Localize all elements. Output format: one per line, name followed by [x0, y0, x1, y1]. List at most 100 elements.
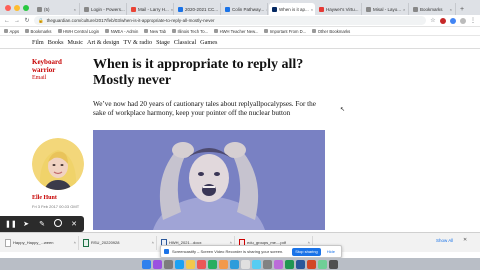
finder-icon[interactable]: [142, 259, 151, 269]
guardian-nav-item[interactable]: Books: [48, 39, 64, 46]
browser-tab[interactable]: Login - Powers...×: [81, 3, 127, 15]
tab-favicon-icon: [319, 6, 324, 12]
browser-tab[interactable]: Misal - Layo... ×: [363, 3, 409, 15]
file-icon: [5, 238, 11, 247]
calendar-icon[interactable]: [197, 259, 206, 269]
chrome-icon[interactable]: [241, 259, 250, 269]
reload-icon[interactable]: ↻: [24, 17, 30, 24]
close-tab-icon[interactable]: ×: [311, 7, 313, 12]
bookmark-item[interactable]: Apps: [4, 29, 19, 34]
trash-icon[interactable]: [329, 259, 338, 269]
download-item[interactable]: RSU_20220928 ˄: [81, 235, 157, 250]
notes-icon[interactable]: [186, 259, 195, 269]
url-input[interactable]: 🔒 theguardian.com/culture/2017/feb/03/wh…: [34, 16, 426, 25]
back-icon[interactable]: ←: [4, 18, 10, 24]
bookmark-icon: [144, 29, 149, 33]
frustrated-man-image: [93, 130, 325, 230]
close-tab-icon[interactable]: ×: [403, 7, 405, 12]
bookmark-item[interactable]: New Tab: [144, 29, 166, 34]
maximize-window-button[interactable]: [23, 5, 29, 11]
close-icon[interactable]: ✕: [69, 220, 79, 228]
author-byline[interactable]: Elle Hunt: [32, 195, 57, 201]
facetime-icon[interactable]: [318, 259, 327, 269]
bookmark-item[interactable]: NWEA - Admin: [105, 29, 138, 34]
close-tab-icon[interactable]: ×: [266, 7, 267, 12]
menu-icon[interactable]: ⋮: [470, 17, 476, 24]
tab-favicon-icon: [366, 6, 371, 12]
guardian-nav-item[interactable]: Art & design: [87, 39, 119, 46]
star-icon[interactable]: ☆: [430, 17, 436, 24]
photos-icon[interactable]: [219, 259, 228, 269]
siri-icon[interactable]: [153, 259, 162, 269]
guardian-nav-item[interactable]: Stage: [156, 39, 170, 46]
minimize-window-button[interactable]: [14, 5, 20, 11]
music-icon[interactable]: [274, 259, 283, 269]
stop-sharing-button[interactable]: Stop sharing: [292, 247, 321, 256]
article-hero-image: [93, 130, 325, 230]
guardian-nav-item[interactable]: Games: [200, 39, 217, 46]
bookmark-label: Apps: [9, 28, 20, 34]
launchpad-icon[interactable]: [164, 259, 173, 269]
browser-tab[interactable]: Haywer's Virtu...×: [316, 3, 362, 15]
new-tab-button[interactable]: +: [457, 6, 467, 15]
mail-icon[interactable]: [230, 259, 239, 269]
forward-icon[interactable]: →: [14, 18, 20, 24]
close-tab-icon[interactable]: ×: [171, 7, 173, 12]
screencastify-extension-icon[interactable]: [440, 17, 446, 24]
browser-tab[interactable]: 2020-2021 CC...×: [175, 3, 221, 15]
pause-icon[interactable]: ❚❚: [5, 220, 17, 228]
close-shelf-icon[interactable]: ✕: [463, 237, 467, 243]
powerpoint-icon[interactable]: [307, 259, 316, 269]
extension-icon[interactable]: [450, 17, 456, 24]
bookmark-item[interactable]: Other Bookmarks: [312, 29, 350, 34]
close-window-button[interactable]: [5, 5, 11, 11]
browser-tab[interactable]: (5) ×: [34, 3, 80, 15]
bookmark-label: Important From D...: [269, 28, 307, 34]
app-store-icon[interactable]: [252, 259, 261, 269]
bookmark-item[interactable]: Illinois Tech To...: [172, 29, 208, 34]
article-standfirst: We’ve now had 20 years of cautionary tal…: [93, 100, 316, 117]
download-item[interactable]: Happy_Happy_...ween ˄: [3, 235, 79, 250]
guardian-nav-item[interactable]: TV & radio: [123, 39, 152, 46]
bookmark-item[interactable]: HWH Teacher New...: [214, 29, 258, 34]
browser-tab[interactable]: Mail - Larry H... ×: [128, 3, 174, 15]
show-all-downloads-link[interactable]: Show All: [436, 238, 453, 243]
browser-tab[interactable]: Colin Pathway...×: [222, 3, 268, 15]
kicker-sub[interactable]: Email: [32, 74, 82, 82]
tab-favicon-icon: [225, 6, 230, 12]
guardian-nav-item[interactable]: Classical: [174, 39, 196, 46]
bookmark-label: HWH Teacher New...: [219, 28, 259, 34]
bookmark-icon: [105, 29, 110, 33]
settings-icon[interactable]: [263, 259, 272, 269]
guardian-nav-item[interactable]: Music: [68, 39, 83, 46]
bookmarks-bar: Apps Bookmarks HWH Central Login NWEA - Adm…: [0, 27, 480, 36]
annotation-toolbar: ❚❚ ➤ ✎ ✕: [0, 216, 84, 232]
bookmark-item[interactable]: Bookmarks: [25, 29, 52, 34]
excel-icon[interactable]: [285, 259, 294, 269]
kicker-title[interactable]: Keyboard warrior: [32, 58, 62, 74]
close-tab-icon[interactable]: ×: [220, 7, 221, 12]
eraser-icon[interactable]: [53, 219, 63, 229]
browser-tab[interactable]: Bookmarks ×: [410, 3, 456, 15]
guardian-nav-item[interactable]: Film: [32, 39, 44, 46]
pointer-icon[interactable]: ➤: [21, 220, 31, 228]
close-tab-icon[interactable]: ×: [450, 7, 452, 12]
tab-label: Misal - Layo...: [373, 6, 402, 12]
hide-sharing-button[interactable]: Hide: [324, 248, 338, 256]
pen-icon[interactable]: ✎: [37, 220, 47, 228]
download-options-icon[interactable]: ˄: [152, 240, 154, 245]
sharing-message: Screencastify – Screen Video Recorder is…: [172, 249, 284, 254]
close-tab-icon[interactable]: ×: [74, 7, 76, 12]
close-tab-icon[interactable]: ×: [361, 7, 362, 12]
tab-favicon-icon: [131, 6, 136, 12]
download-options-icon[interactable]: ˄: [74, 240, 76, 245]
tab-label: (5): [44, 6, 50, 12]
profile-avatar[interactable]: [460, 17, 466, 24]
safari-icon[interactable]: [175, 259, 184, 269]
word-icon[interactable]: [296, 259, 305, 269]
tab-favicon-icon: [413, 6, 418, 12]
bookmark-item[interactable]: HWH Central Login: [57, 29, 99, 34]
bookmark-item[interactable]: Important From D...: [264, 29, 306, 34]
browser-tab[interactable]: When is it ap... ×: [269, 3, 315, 15]
messages-icon[interactable]: [208, 259, 217, 269]
